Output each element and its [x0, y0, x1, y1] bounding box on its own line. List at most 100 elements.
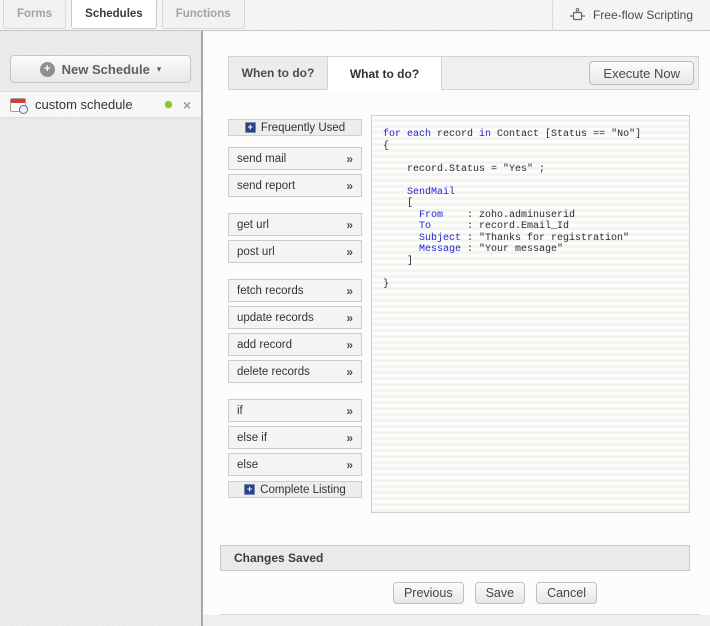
code-line: }: [383, 279, 678, 291]
code-text: Contact [Status == "No"]: [491, 129, 641, 140]
code-text: record.Status = "Yes" ;: [383, 164, 545, 175]
schedule-item-label: custom schedule: [35, 97, 133, 112]
palette-button-send-mail[interactable]: send mail »: [228, 147, 362, 170]
palette-button-send-report[interactable]: send report»: [228, 174, 362, 197]
code-text: [383, 244, 419, 255]
tab-schedules[interactable]: Schedules: [71, 0, 157, 29]
code-text: [: [383, 198, 413, 209]
palette-button-add-record[interactable]: add record »: [228, 333, 362, 356]
complete-listing-header[interactable]: + Complete Listing: [228, 481, 362, 498]
palette-button-label: fetch records: [237, 285, 303, 297]
code-text: : zoho.adminuserid: [443, 210, 575, 221]
code-editor[interactable]: for each record in Contact [Status == "N…: [372, 116, 689, 303]
cancel-button[interactable]: Cancel: [536, 582, 597, 604]
double-arrow-icon: »: [346, 431, 353, 445]
code-text: : "Your message": [461, 244, 563, 255]
sidebar-item-custom-schedule[interactable]: custom schedule ×: [0, 91, 201, 118]
tab-functions[interactable]: Functions: [162, 0, 245, 29]
palette-button-label: if: [237, 405, 243, 417]
double-arrow-icon: »: [346, 245, 353, 259]
status-bar: Changes Saved: [220, 545, 690, 571]
double-arrow-icon: »: [346, 152, 353, 166]
code-keyword: SendMail: [407, 187, 455, 198]
code-keyword: Subject: [419, 233, 461, 244]
code-text: ]: [383, 256, 413, 267]
top-bar: Forms Schedules Functions Free-flow Scri…: [0, 0, 710, 31]
expand-plus-icon: +: [244, 484, 255, 495]
footer-buttons: Previous Save Cancel: [393, 582, 597, 604]
double-arrow-icon: »: [346, 338, 353, 352]
palette-button-else-if[interactable]: else if »: [228, 426, 362, 449]
clock-overlay-icon: [19, 105, 28, 114]
palette-button-get-url[interactable]: get url »: [228, 213, 362, 236]
code-line: From : zoho.adminuserid: [383, 210, 678, 222]
code-keyword: Message: [419, 244, 461, 255]
palette-button-label: post url: [237, 246, 275, 258]
new-schedule-button[interactable]: + New Schedule ▾: [10, 55, 191, 83]
code-text: : record.Email_Id: [431, 221, 569, 232]
execute-now-button[interactable]: Execute Now: [589, 61, 694, 85]
code-text: }: [383, 279, 389, 290]
code-line: [383, 175, 678, 187]
code-text: record: [431, 129, 479, 140]
code-text: : "Thanks for registration": [461, 233, 629, 244]
palette-button-label: get url: [237, 219, 269, 231]
calendar-clock-icon: [10, 98, 26, 112]
tab-when-to-do[interactable]: When to do?: [229, 57, 328, 89]
script-palette: + Frequently Used send mail » send report»…: [228, 119, 362, 498]
palette-button-label: add record: [237, 339, 292, 351]
code-text: [383, 210, 419, 221]
double-arrow-icon: »: [346, 218, 353, 232]
double-arrow-icon: »: [346, 311, 353, 325]
code-line: [: [383, 198, 678, 210]
palette-button-else[interactable]: else »: [228, 453, 362, 476]
code-line: for each record in Contact [Status == "N…: [383, 129, 678, 141]
app-window: Forms Schedules Functions Free-flow Scri…: [0, 0, 710, 626]
double-arrow-icon: »: [346, 404, 353, 418]
status-bar-text: Changes Saved: [234, 551, 323, 565]
palette-group: if » else if » else »: [228, 399, 362, 476]
code-line: Subject : "Thanks for registration": [383, 233, 678, 245]
code-line: [383, 152, 678, 164]
step-tab-bar: When to do? What to do? Execute Now: [228, 56, 699, 90]
code-line: ]: [383, 256, 678, 268]
tab-what-to-do[interactable]: What to do?: [328, 57, 442, 90]
new-schedule-label: New Schedule: [62, 62, 150, 77]
palette-button-delete-records[interactable]: delete records»: [228, 360, 362, 383]
palette-groups: send mail»send report»get url»post url»f…: [228, 147, 362, 476]
palette-button-update-records[interactable]: update records»: [228, 306, 362, 329]
palette-button-post-url[interactable]: post url »: [228, 240, 362, 263]
double-arrow-icon: »: [346, 458, 353, 472]
palette-button-label: send mail: [237, 153, 286, 165]
code-text: [383, 221, 419, 232]
palette-group: get url » post url »: [228, 213, 362, 263]
code-keyword: To: [419, 221, 431, 232]
palette-button-fetch-records[interactable]: fetch records »: [228, 279, 362, 302]
expand-plus-icon: +: [245, 122, 256, 133]
code-line: record.Status = "Yes" ;: [383, 164, 678, 176]
code-line: To : record.Email_Id: [383, 221, 678, 233]
code-line: SendMail: [383, 187, 678, 199]
plus-circle-icon: +: [40, 62, 55, 77]
double-arrow-icon: »: [346, 284, 353, 298]
panel-bottom-strip: [203, 615, 710, 626]
complete-listing-label: Complete Listing: [260, 484, 346, 496]
free-flow-scripting-button[interactable]: Free-flow Scripting: [552, 0, 710, 30]
code-line: {: [383, 141, 678, 153]
palette-button-label: else if: [237, 432, 267, 444]
code-editor-panel[interactable]: for each record in Contact [Status == "N…: [371, 115, 690, 513]
code-keyword: for each: [383, 129, 431, 140]
save-button[interactable]: Save: [475, 582, 526, 604]
free-flow-icon: [570, 8, 585, 22]
frequently-used-label: Frequently Used: [261, 122, 345, 134]
code-keyword: From: [419, 210, 443, 221]
previous-button[interactable]: Previous: [393, 582, 464, 604]
chevron-down-icon: ▾: [157, 64, 162, 75]
main-panel: When to do? What to do? Execute Now + Fr…: [203, 31, 710, 626]
close-icon[interactable]: ×: [183, 98, 191, 112]
palette-button-label: else: [237, 459, 258, 471]
palette-button-if[interactable]: if »: [228, 399, 362, 422]
frequently-used-header[interactable]: + Frequently Used: [228, 119, 362, 136]
tab-forms[interactable]: Forms: [3, 0, 66, 29]
palette-group: fetch records»update records»add record»…: [228, 279, 362, 383]
